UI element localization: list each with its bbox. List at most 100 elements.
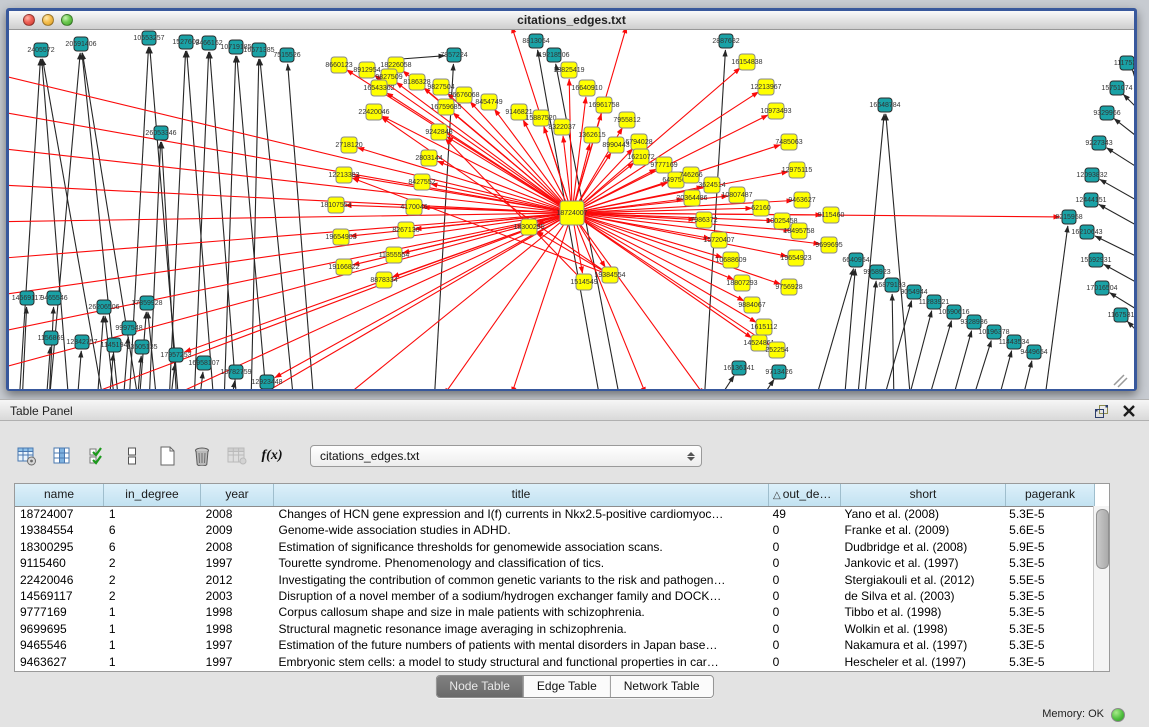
tab-node-table[interactable]: Node Table (436, 676, 523, 697)
table-cell: 18300295 (15, 539, 104, 555)
network-canvas[interactable]: 2405572206914061065325715276029466162107… (9, 30, 1134, 389)
table-tabs: Node TableEdge TableNetwork Table (435, 675, 713, 698)
column-header-pagerank[interactable]: pagerank (1006, 484, 1095, 506)
column-header-in_degree[interactable]: in_degree (104, 484, 201, 506)
scrollbar-thumb[interactable] (1096, 509, 1109, 569)
minimize-window-icon[interactable] (42, 14, 54, 26)
table-cell: Hescheler et al. (1997) (839, 654, 1004, 670)
column-header-short[interactable]: short (841, 484, 1006, 506)
graph-node-label: 9756928 (775, 284, 802, 291)
table-settings-icon[interactable] (16, 445, 38, 467)
graph-node-label: 2803144 (415, 155, 442, 162)
graph-node-label: 9465546 (40, 295, 67, 302)
table-row[interactable]: 977716911998Corpus callosum shape and si… (15, 604, 1093, 620)
insert-column-icon[interactable] (51, 445, 73, 467)
graph-node-label: 12923448 (251, 379, 282, 386)
zoom-window-icon[interactable] (61, 14, 73, 26)
table-row[interactable]: 969969511998Structural magnetic resonanc… (15, 621, 1093, 637)
table-cell: 1998 (201, 621, 274, 637)
table-row[interactable]: 2242004622012Investigating the contribut… (15, 572, 1093, 588)
table-select-combobox[interactable]: citations_edges.txt (310, 445, 702, 467)
graph-node-label: 20691406 (65, 41, 96, 48)
table-row[interactable]: 911546021997Tourette syndrome. Phenomeno… (15, 555, 1093, 571)
table-cell: Investigating the contribution of common… (274, 572, 768, 588)
float-panel-icon[interactable] (1095, 405, 1109, 418)
graph-node-label: 17359928 (131, 300, 162, 307)
graph-node-label: 10688609 (715, 257, 746, 264)
tab-network-table[interactable]: Network Table (610, 676, 713, 697)
table-cell: 18724007 (15, 506, 104, 522)
table-row[interactable]: 1872400712008Changes of HCN gene express… (15, 506, 1093, 522)
column-header-name[interactable]: name (15, 484, 104, 506)
import-table-icon[interactable] (226, 445, 248, 467)
memory-status-label: Memory: OK (1042, 708, 1104, 720)
table-cell: 9699695 (15, 621, 104, 637)
graph-node-label: 9054944 (900, 289, 927, 296)
graph-node-label: 2887682 (712, 38, 739, 45)
table-cell: 2008 (201, 506, 274, 522)
graph-node-label: 6794028 (625, 139, 652, 146)
graph-node-label: 16759685 (430, 104, 461, 111)
select-validate-icon[interactable] (86, 445, 108, 467)
graph-node-label: 19654923 (780, 255, 811, 262)
table-cell: 0 (768, 604, 840, 620)
graph-node-label: 12213383 (328, 172, 359, 179)
graph-node-label: 16648784 (869, 102, 900, 109)
row-height-icon[interactable] (121, 445, 143, 467)
graph-node-label: 9329966 (1093, 110, 1120, 117)
table-cell: 0 (768, 572, 840, 588)
new-table-icon[interactable] (156, 445, 178, 467)
graph-node-label: 9227343 (1085, 140, 1112, 147)
graph-node-label: 12342757 (66, 339, 97, 346)
graph-node-label: 3624514 (698, 182, 725, 189)
table-cell: Estimation of the future numbers of pati… (274, 637, 768, 653)
graph-node-label: 18724007 (556, 210, 587, 217)
column-header-title[interactable]: title (274, 484, 769, 506)
memory-ok-icon[interactable] (1111, 708, 1125, 722)
graph-node-label: 9713426 (765, 369, 792, 376)
table-row[interactable]: 1456911722003Disruption of a novel membe… (15, 588, 1093, 604)
table-row[interactable]: 946362711997Embryonic stem cells: a mode… (15, 654, 1093, 670)
table-cell: 9115460 (15, 555, 104, 571)
table-cell: Jankovic et al. (1997) (839, 555, 1004, 571)
close-panel-icon[interactable] (1123, 405, 1135, 417)
delete-table-icon[interactable] (191, 445, 213, 467)
table-cell: 2 (104, 572, 201, 588)
column-header-year[interactable]: year (201, 484, 274, 506)
window-titlebar[interactable]: citations_edges.txt (9, 11, 1134, 30)
function-builder-icon[interactable]: f(x) (261, 445, 283, 467)
table-row[interactable]: 1938455462009Genome-wide association stu… (15, 522, 1093, 538)
close-window-icon[interactable] (23, 14, 35, 26)
graph-node-label: 18226058 (380, 62, 411, 69)
graph-node-label: 12444151 (1075, 197, 1106, 204)
tab-edge-table[interactable]: Edge Table (523, 676, 610, 697)
graph-node-label: 1621072 (627, 154, 654, 161)
graph-node-label: 7485063 (775, 139, 802, 146)
graph-node-label: 8878334 (370, 277, 397, 284)
combobox-arrows-icon (687, 452, 695, 461)
graph-node-label: 9777169 (650, 162, 677, 169)
graph-node-label: 9328936 (960, 319, 987, 326)
table-cell: 5.3E-5 (1004, 506, 1093, 522)
graph-node-label: 15887520 (525, 115, 556, 122)
graph-node-label: 16782759 (220, 369, 251, 376)
column-header-out_de[interactable]: △out_de… (769, 484, 841, 506)
vertical-scrollbar[interactable] (1093, 506, 1109, 671)
graph-node-label: 15720407 (703, 237, 734, 244)
table-row[interactable]: 1830029562008Estimation of significance … (15, 539, 1093, 555)
graph-node-label: 1156869 (38, 335, 65, 342)
table-row[interactable]: 946554611997Estimation of the future num… (15, 637, 1093, 653)
table-cell: 5.3E-5 (1004, 604, 1093, 620)
table-cell: 5.3E-5 (1004, 654, 1093, 670)
graph-node-label: 746266 (679, 172, 702, 179)
graph-node-label: 20364486 (676, 195, 707, 202)
table-cell: 1 (104, 654, 201, 670)
window-resize-grip[interactable] (1114, 375, 1127, 387)
table-cell: 2003 (201, 588, 274, 604)
table-cell: 5.3E-5 (1004, 621, 1093, 637)
table-panel: Table Panel (0, 399, 1149, 727)
table-cell: 1 (104, 621, 201, 637)
table-cell: 22420046 (15, 572, 104, 588)
network-window[interactable]: citations_edges.txt 24055722069140610653… (6, 8, 1137, 391)
table-cell: 49 (768, 506, 840, 522)
